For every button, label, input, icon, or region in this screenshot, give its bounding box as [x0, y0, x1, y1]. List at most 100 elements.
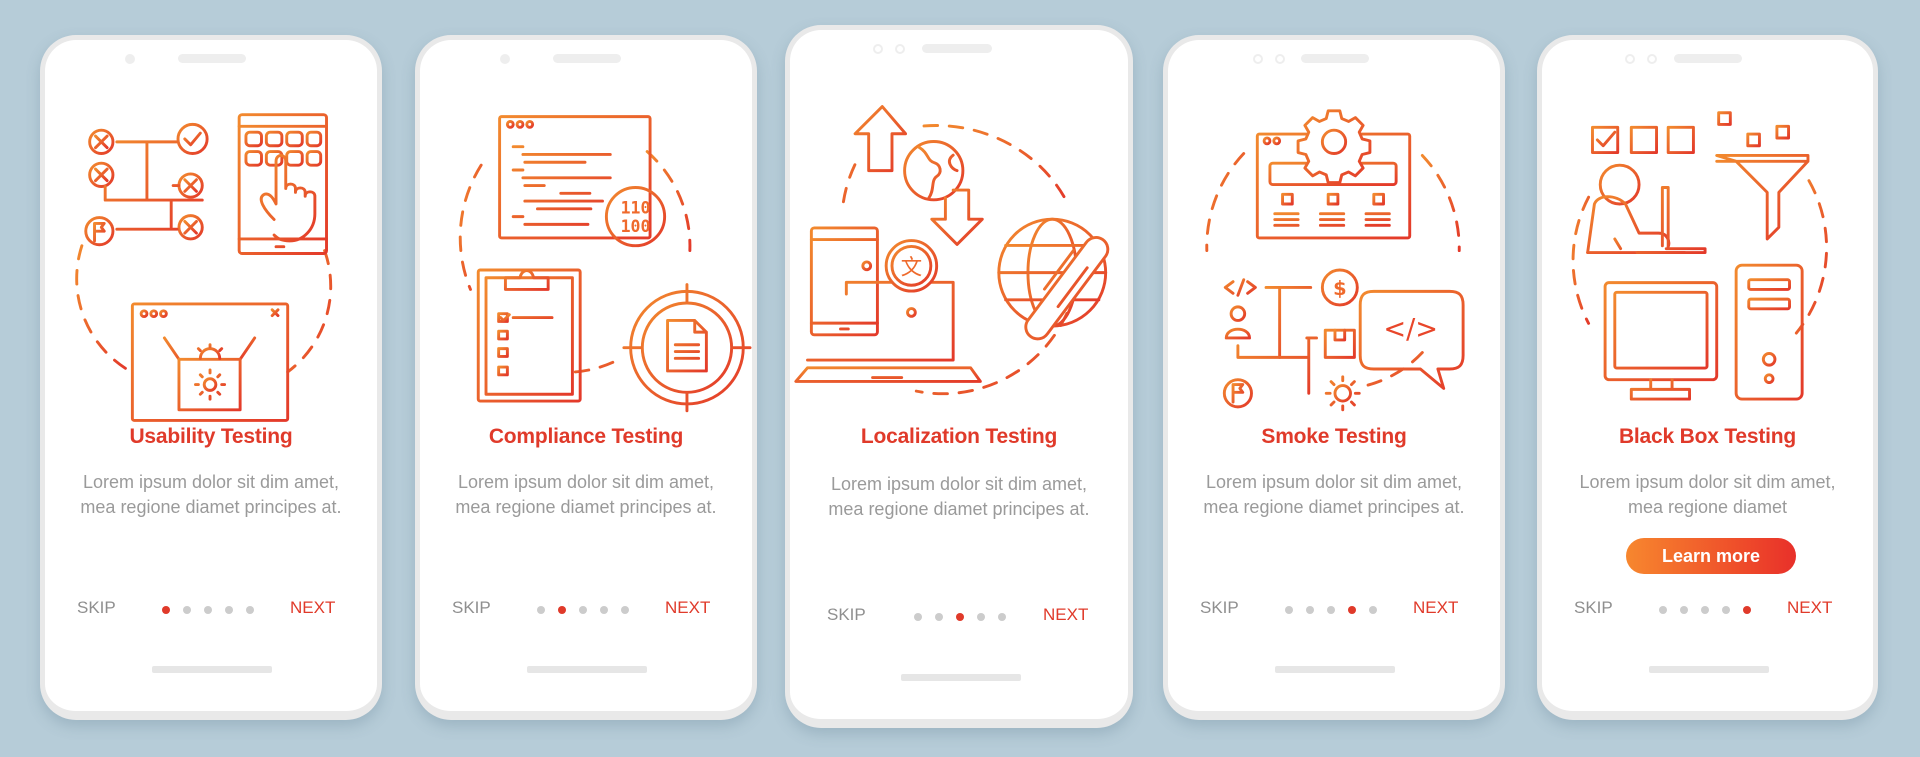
page-dot-5[interactable]	[998, 613, 1006, 621]
home-indicator[interactable]	[1275, 666, 1395, 673]
speaker-grille	[553, 54, 621, 63]
website-settings-icon	[1255, 109, 1412, 240]
front-camera	[500, 54, 510, 64]
browser-box-icon	[130, 302, 290, 422]
onboarding-nav: SKIP NEXT	[790, 605, 1128, 629]
next-button[interactable]: NEXT	[290, 598, 335, 618]
page-dot-3[interactable]	[204, 606, 212, 614]
page-indicator	[914, 613, 1006, 621]
front-camera	[125, 54, 135, 64]
page-dot-5[interactable]	[1369, 606, 1377, 614]
page-indicator	[1659, 606, 1751, 614]
page-dot-5[interactable]	[1743, 606, 1751, 614]
funnel-icon	[1715, 111, 1810, 241]
screen-title: Compliance Testing	[488, 425, 684, 448]
decision-tree-icon	[84, 122, 209, 247]
skip-button[interactable]: SKIP	[77, 598, 116, 618]
home-indicator[interactable]	[901, 674, 1021, 681]
home-indicator[interactable]	[527, 666, 647, 673]
page-dot-3[interactable]	[956, 613, 964, 621]
next-button[interactable]: NEXT	[1787, 598, 1832, 618]
skip-button[interactable]: SKIP	[1574, 598, 1613, 618]
screen-description: Lorem ipsum dolor sit dim amet, mea regi…	[1579, 472, 1836, 517]
target-document-icon	[622, 283, 752, 413]
speaker-grille	[178, 54, 246, 63]
phone-top-bar	[420, 54, 752, 66]
usability-testing-illustration	[45, 100, 377, 440]
devices-translate-icon: 文	[794, 226, 982, 383]
computer-tower-icon	[1734, 263, 1804, 401]
page-dot-3[interactable]	[579, 606, 587, 614]
page-dot-1[interactable]	[1285, 606, 1293, 614]
page-dot-2[interactable]	[935, 613, 943, 621]
svg-text:$: $	[1333, 277, 1347, 300]
flow-diagram-icon: $	[1222, 268, 1361, 412]
page-dot-4[interactable]	[225, 606, 233, 614]
onboarding-nav: SKIP NEXT	[1168, 598, 1500, 622]
skip-button[interactable]: SKIP	[827, 605, 866, 625]
onboarding-screen-black-box: Black Box Testing Lorem ipsum dolor sit …	[1537, 35, 1878, 720]
page-indicator	[1285, 606, 1377, 614]
onboarding-nav: SKIP NEXT	[45, 598, 377, 622]
clipboard-checklist-icon	[476, 268, 582, 403]
skip-button[interactable]: SKIP	[1200, 598, 1239, 618]
speaker-grille	[1674, 54, 1742, 63]
screen-description: Lorem ipsum dolor sit dim amet, mea regi…	[1203, 472, 1465, 517]
desktop-monitor-icon	[1603, 281, 1719, 401]
black-box-testing-illustration	[1542, 100, 1873, 440]
phone-top-bar	[790, 44, 1128, 56]
page-dot-5[interactable]	[621, 606, 629, 614]
page-dot-2[interactable]	[1306, 606, 1314, 614]
page-dot-4[interactable]	[977, 613, 985, 621]
onboarding-screen-smoke: $ </> Smoke Testing Lorem ipsum dolor si…	[1163, 35, 1505, 720]
screen-title: Black Box Testing	[1618, 425, 1797, 448]
onboarding-screen-usability: Usability Testing Lorem ipsum dolor sit …	[40, 35, 382, 720]
svg-text:100: 100	[621, 217, 651, 236]
page-dot-1[interactable]	[1659, 606, 1667, 614]
page-dot-1[interactable]	[162, 606, 170, 614]
page-dot-3[interactable]	[1701, 606, 1709, 614]
onboarding-nav: SKIP NEXT	[1542, 598, 1873, 622]
screen-title: Usability Testing	[129, 425, 293, 448]
svg-text:文: 文	[901, 256, 922, 281]
skip-button[interactable]: SKIP	[452, 598, 491, 618]
screen-title: Smoke Testing	[1261, 425, 1407, 448]
globe-link-icon	[997, 217, 1110, 341]
learn-more-button[interactable]: Learn more	[1626, 538, 1796, 574]
front-camera	[1253, 54, 1263, 64]
next-button[interactable]: NEXT	[665, 598, 710, 618]
phone-top-bar	[1168, 54, 1500, 66]
page-dot-4[interactable]	[600, 606, 608, 614]
page-dot-1[interactable]	[537, 606, 545, 614]
front-sensor	[1275, 54, 1285, 64]
page-dot-3[interactable]	[1327, 606, 1335, 614]
svg-text:110: 110	[621, 199, 651, 218]
page-dot-4[interactable]	[1348, 606, 1356, 614]
screen-description: Lorem ipsum dolor sit dim amet, mea regi…	[455, 472, 717, 517]
page-dot-1[interactable]	[914, 613, 922, 621]
page-indicator	[162, 606, 254, 614]
phone-top-bar	[1542, 54, 1873, 66]
screen-description: Lorem ipsum dolor sit dim amet, mea regi…	[80, 472, 342, 517]
page-indicator	[537, 606, 629, 614]
checkbox-row-icon	[1591, 125, 1695, 155]
home-indicator[interactable]	[1649, 666, 1769, 673]
page-dot-2[interactable]	[183, 606, 191, 614]
front-camera	[1625, 54, 1635, 64]
home-indicator[interactable]	[152, 666, 272, 673]
speaker-grille	[1301, 54, 1369, 63]
svg-text:</>: </>	[1383, 314, 1438, 345]
next-button[interactable]: NEXT	[1043, 605, 1088, 625]
page-dot-5[interactable]	[246, 606, 254, 614]
front-sensor	[895, 44, 905, 54]
tablet-touch-icon	[237, 113, 328, 255]
localization-testing-illustration: 文	[790, 90, 1128, 430]
page-dot-2[interactable]	[1680, 606, 1688, 614]
next-button[interactable]: NEXT	[1413, 598, 1458, 618]
front-sensor	[1647, 54, 1657, 64]
person-laptop-icon	[1586, 163, 1707, 254]
phone-top-bar	[45, 54, 377, 66]
page-dot-2[interactable]	[558, 606, 566, 614]
onboarding-screen-compliance: 110 100 Compliance Testing Lorem ipsum d…	[415, 35, 757, 720]
page-dot-4[interactable]	[1722, 606, 1730, 614]
